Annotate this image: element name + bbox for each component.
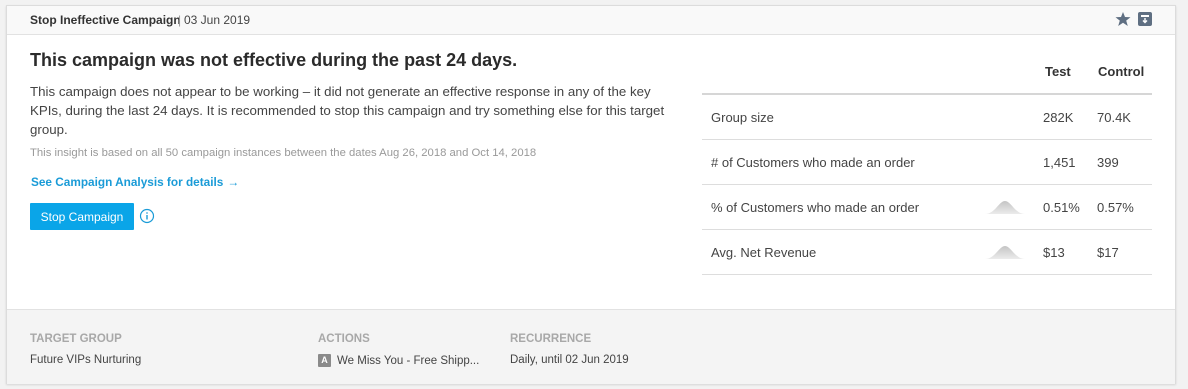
kpi-label: % of Customers who made an order — [711, 200, 920, 215]
info-icon[interactable] — [139, 208, 155, 224]
distribution-sparkline-icon[interactable] — [983, 198, 1027, 216]
insight-card: Stop Ineffective Campaign | 03 Jun 2019 … — [6, 5, 1176, 384]
header-separator: | — [178, 13, 182, 27]
star-icon[interactable] — [1115, 11, 1131, 27]
kpi-table-header: Test Control — [702, 64, 1152, 95]
control-value: 70.4K — [1097, 110, 1131, 125]
actions-heading: ACTIONS — [318, 333, 370, 345]
arrow-right-icon: → — [227, 175, 240, 189]
test-value: 282K — [1043, 110, 1074, 125]
card-date: 03 Jun 2019 — [184, 13, 251, 27]
card-title: Stop Ineffective Campaign — [30, 13, 181, 27]
recurrence-value: Daily, until 02 Jun 2019 — [510, 354, 629, 366]
kpi-label: Avg. Net Revenue — [711, 245, 817, 260]
insight-basis-note: This insight is based on all 50 campaign… — [30, 147, 537, 159]
control-value: $17 — [1097, 245, 1119, 260]
test-value: 0.51% — [1043, 200, 1080, 215]
kpi-label: # of Customers who made an order — [711, 155, 915, 170]
column-header-test: Test — [1045, 64, 1071, 79]
campaign-analysis-link[interactable]: See Campaign Analysis for details → — [31, 175, 239, 189]
column-header-control: Control — [1098, 64, 1145, 79]
table-row: Avg. Net Revenue $13 $17 — [702, 230, 1152, 275]
action-type-badge: A — [318, 354, 331, 367]
table-row: % of Customers who made an order 0.51% 0… — [702, 185, 1152, 230]
distribution-sparkline-icon[interactable] — [983, 243, 1027, 261]
campaign-analysis-link-label: See Campaign Analysis for details — [31, 175, 224, 189]
action-item[interactable]: A We Miss You - Free Shipp... — [318, 354, 479, 367]
insight-headline: This campaign was not effective during t… — [30, 50, 518, 70]
control-value: 399 — [1097, 155, 1119, 170]
archive-icon[interactable] — [1138, 12, 1152, 26]
card-footer: TARGET GROUP Future VIPs Nurturing ACTIO… — [7, 309, 1175, 384]
insight-description: This campaign does not appear to be work… — [30, 84, 665, 137]
recurrence-heading: RECURRENCE — [510, 333, 592, 345]
table-row: Group size 282K 70.4K — [702, 95, 1152, 140]
table-row: # of Customers who made an order 1,451 3… — [702, 140, 1152, 185]
card-header: Stop Ineffective Campaign | 03 Jun 2019 — [7, 6, 1175, 35]
test-value: $13 — [1043, 245, 1065, 260]
target-group-heading: TARGET GROUP — [30, 333, 122, 345]
kpi-label: Group size — [711, 110, 774, 125]
test-value: 1,451 — [1043, 155, 1076, 170]
kpi-table: Test Control Group size 282K 70.4K # of … — [702, 64, 1152, 275]
action-name: We Miss You - Free Shipp... — [337, 355, 480, 367]
stop-campaign-button[interactable]: Stop Campaign — [30, 203, 134, 230]
target-group-value: Future VIPs Nurturing — [30, 354, 142, 366]
control-value: 0.57% — [1097, 200, 1134, 215]
